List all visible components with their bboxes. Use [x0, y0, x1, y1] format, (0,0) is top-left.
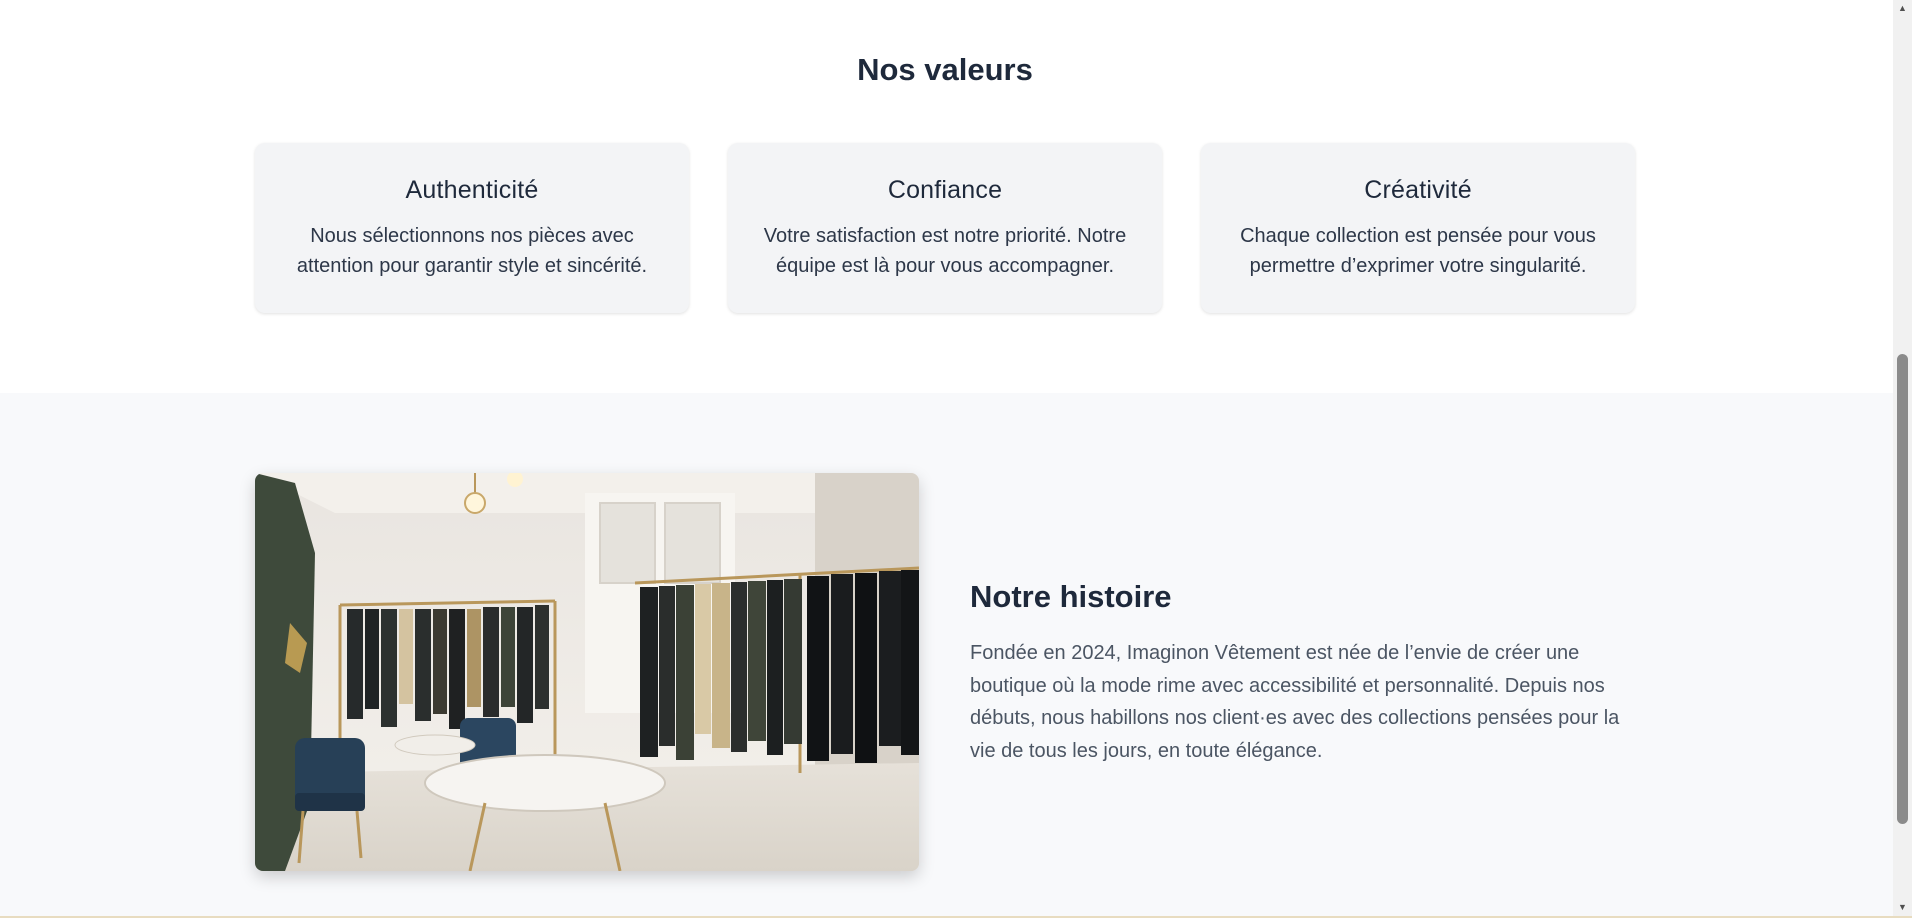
vertical-scrollbar[interactable]: ▲ ▼ — [1893, 0, 1912, 916]
value-card-title: Confiance — [887, 176, 1003, 204]
values-title: Nos valeurs — [857, 52, 1033, 87]
value-card-text: Votre satisfaction est notre priorité. N… — [763, 225, 1127, 277]
page: Nos valeurs Authenticité Nous sélectionn… — [0, 0, 1912, 918]
value-card-text: Chaque collection est pensée pour vous p… — [1240, 225, 1596, 277]
values-section: Nos valeurs Authenticité Nous sélectionn… — [0, 0, 1893, 393]
chevron-up-icon[interactable]: ▲ — [1893, 0, 1912, 17]
page-content: Nos valeurs Authenticité Nous sélectionn… — [0, 0, 1893, 916]
value-card-text: Nous sélectionnons nos pièces avec atten… — [296, 225, 648, 277]
boutique-interior-illustration — [255, 473, 919, 871]
value-card-creativite: Créativité Chaque collection est pensée … — [1201, 143, 1635, 313]
history-section: Notre histoire Fondée en 2024, Imaginon … — [0, 393, 1893, 916]
boutique-photo — [255, 473, 919, 871]
scrollbar-thumb[interactable] — [1897, 354, 1908, 824]
history-title: Notre histoire — [970, 579, 1172, 614]
history-paragraph: Fondée en 2024, Imaginon Vêtement est né… — [970, 642, 1620, 762]
history-text-block: Notre histoire Fondée en 2024, Imaginon … — [970, 579, 1620, 767]
value-card-title: Authenticité — [405, 176, 539, 204]
value-card-confiance: Confiance Votre satisfaction est notre p… — [728, 143, 1162, 313]
value-card-title: Créativité — [1364, 176, 1472, 204]
value-card-authenticite: Authenticité Nous sélectionnons nos pièc… — [255, 143, 689, 313]
chevron-down-icon[interactable]: ▼ — [1893, 899, 1912, 916]
